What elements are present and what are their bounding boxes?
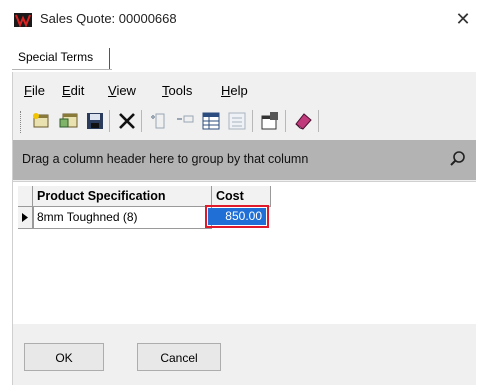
cell-cost-highlight[interactable]: 850.00 xyxy=(205,205,269,228)
card-view-icon[interactable] xyxy=(226,110,248,132)
delete-icon[interactable] xyxy=(116,110,138,132)
row-indicator[interactable] xyxy=(18,207,33,229)
group-by-hint: Drag a column header here to group by th… xyxy=(22,152,309,166)
toolbar-separator xyxy=(141,110,142,132)
tab-special-terms[interactable]: Special Terms xyxy=(12,46,99,68)
menu-view[interactable]: View xyxy=(108,83,136,99)
properties-icon[interactable] xyxy=(259,110,281,132)
new-child-icon[interactable] xyxy=(58,110,80,132)
cell-product-specification[interactable]: 8mm Toughned (8) xyxy=(33,207,212,229)
cell-cost[interactable]: 850.00 xyxy=(208,208,266,225)
ok-button[interactable]: OK xyxy=(24,343,104,371)
menu-file[interactable]: File xyxy=(24,83,45,99)
menu-help-label: Help xyxy=(221,83,248,98)
eraser-icon[interactable] xyxy=(292,110,314,132)
remove-row-icon[interactable] xyxy=(174,110,196,132)
menu-edit[interactable]: Edit xyxy=(62,83,84,99)
menu-view-label: View xyxy=(108,83,136,98)
row-indicator-header xyxy=(18,186,33,207)
window-title: Sales Quote: 00000668 xyxy=(40,11,177,26)
toolbar-separator xyxy=(318,110,319,132)
insert-row-icon[interactable] xyxy=(148,110,170,132)
menu-tools[interactable]: Tools xyxy=(162,83,192,99)
app-logo-icon xyxy=(14,13,32,28)
toolbar-separator xyxy=(109,110,110,132)
grid-view-icon[interactable] xyxy=(200,110,222,132)
menu-file-label: File xyxy=(24,83,45,98)
toolbar-grip[interactable] xyxy=(20,111,23,133)
new-record-icon[interactable] xyxy=(30,110,52,132)
menu-tools-label: Tools xyxy=(162,83,193,98)
menu-help[interactable]: Help xyxy=(221,83,248,99)
toolbar-separator xyxy=(252,110,253,132)
close-icon[interactable]: ✕ xyxy=(452,7,474,31)
column-header-cost[interactable]: Cost xyxy=(212,186,271,207)
tab-divider xyxy=(109,48,110,70)
save-icon[interactable] xyxy=(84,110,106,132)
toolbar-separator xyxy=(285,110,286,132)
search-icon[interactable] xyxy=(449,150,467,168)
cancel-button[interactable]: Cancel xyxy=(137,343,221,371)
column-header-product-specification[interactable]: Product Specification xyxy=(33,186,212,207)
tab-underline xyxy=(12,69,112,70)
menu-edit-label: Edit xyxy=(62,83,85,98)
